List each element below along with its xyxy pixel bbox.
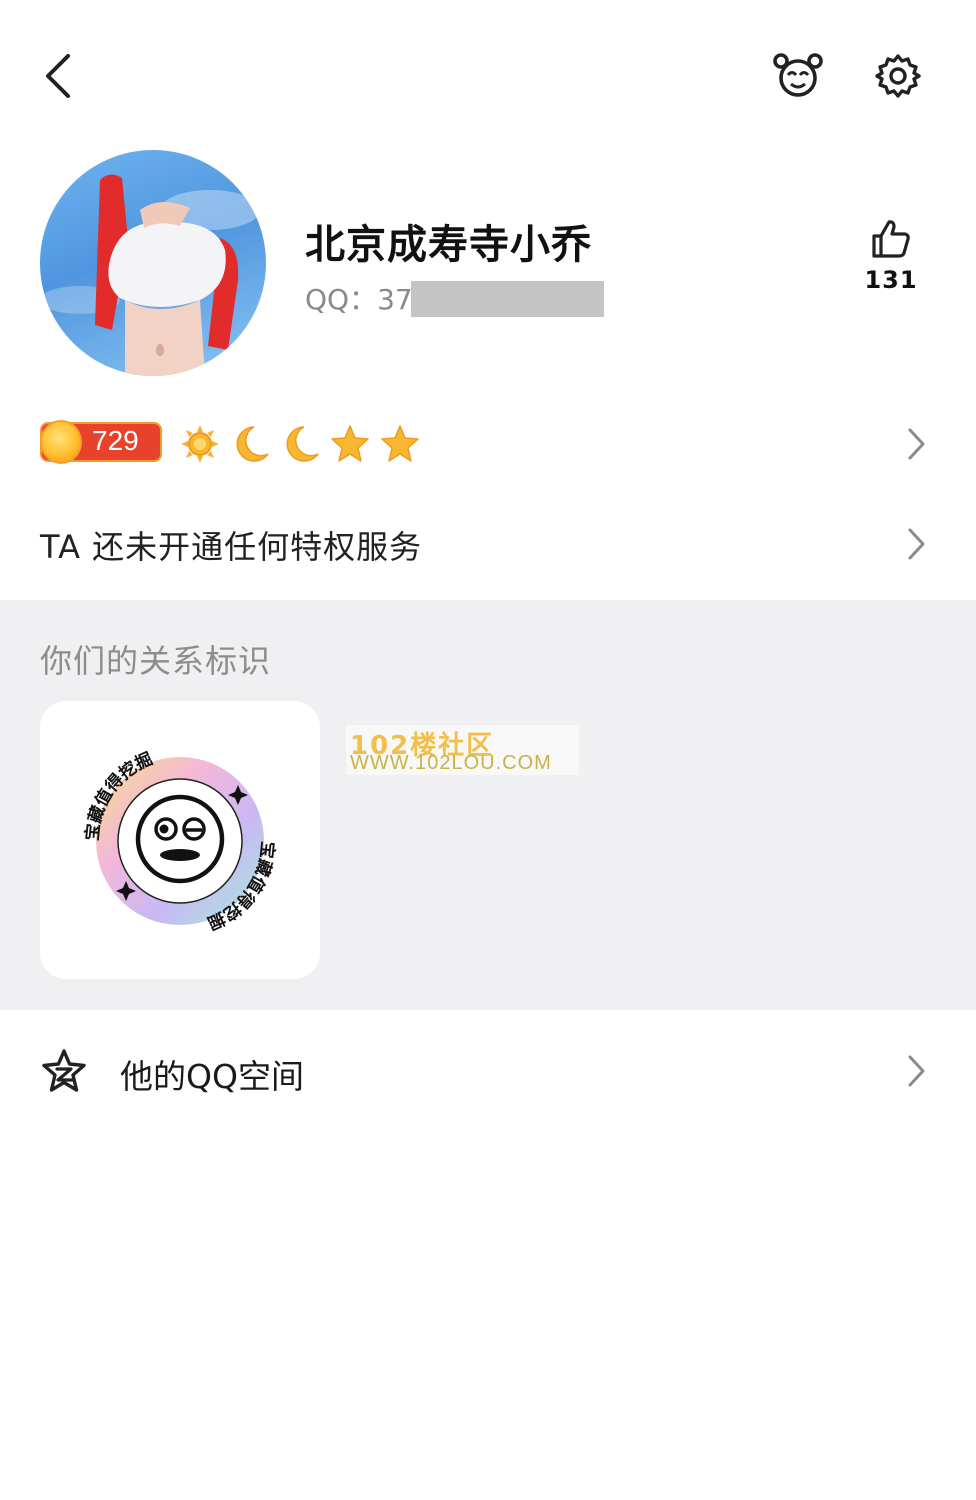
level-badge: 729 xyxy=(40,420,162,464)
privilege-row[interactable]: TA 还未开通任何特权服务 xyxy=(0,500,976,590)
privilege-text: TA 还未开通任何特权服务 xyxy=(40,528,423,566)
watermark-url: WWW.102LOU.COM xyxy=(350,752,552,774)
relation-title: 你们的关系标识 xyxy=(40,642,272,680)
qq-number-redaction xyxy=(411,281,604,317)
treasure-badge: 宝藏值得挖掘 宝藏值得挖掘 xyxy=(82,748,279,933)
chevron-right-icon xyxy=(908,528,925,560)
friend-avatar-button[interactable] xyxy=(768,46,828,106)
chevron-left-icon xyxy=(46,54,70,98)
thumbs-up-icon xyxy=(872,220,910,258)
relation-badge-card[interactable]: 宝藏值得挖掘 宝藏值得挖掘 xyxy=(40,701,320,979)
qq-number: QQ：37 xyxy=(305,283,413,316)
star-icon xyxy=(331,425,369,462)
star-icon xyxy=(381,425,419,462)
sun-icon xyxy=(181,425,219,463)
qzone-label: 他的QQ空间 xyxy=(120,1057,304,1096)
watermark: 102楼社区 WWW.102LOU.COM xyxy=(346,725,579,775)
back-button[interactable] xyxy=(30,44,90,108)
level-row[interactable]: 729 xyxy=(0,400,976,486)
like-button[interactable]: 131 xyxy=(855,218,927,310)
level-number: 729 xyxy=(92,425,139,456)
settings-button[interactable] xyxy=(868,46,928,106)
qzone-row[interactable]: 他的QQ空间 xyxy=(0,1022,976,1122)
gear-icon xyxy=(875,54,921,98)
qzone-star-icon xyxy=(42,1049,86,1092)
chevron-right-icon xyxy=(908,428,925,460)
moon-icon xyxy=(236,426,269,462)
avatar[interactable] xyxy=(40,150,266,376)
nickname: 北京成寿寺小乔 xyxy=(305,222,592,268)
chevron-right-icon xyxy=(908,1055,925,1087)
moon-icon xyxy=(286,426,319,462)
coin-icon xyxy=(40,420,82,464)
relation-section: 你们的关系标识 宝藏值得挖掘 宝藏值得挖掘 102楼社区 WWW.102LOU.… xyxy=(0,600,976,1010)
bear-face-icon xyxy=(773,53,823,97)
like-count: 131 xyxy=(864,266,918,294)
avatar-photo xyxy=(40,174,260,376)
